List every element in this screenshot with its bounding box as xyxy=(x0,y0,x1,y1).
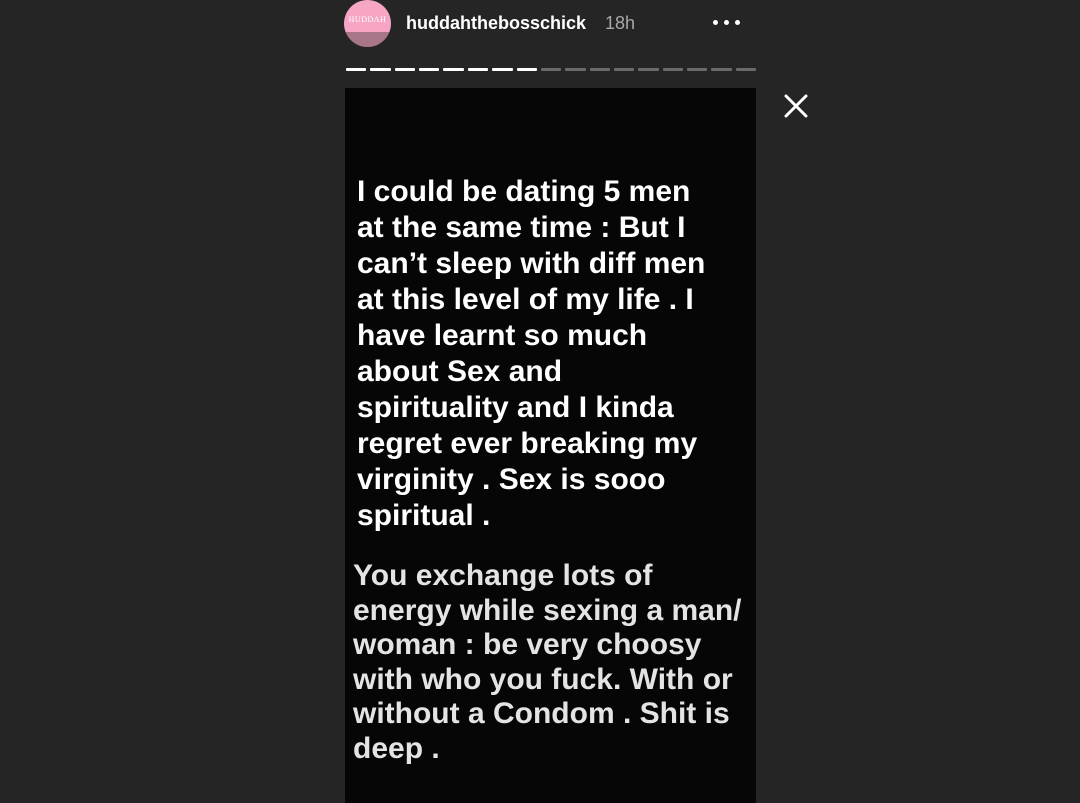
story-text-paragraph-2: You exchange lots of energy while sexing… xyxy=(353,559,742,765)
story-progress-bar xyxy=(346,68,757,71)
progress-segment xyxy=(711,68,732,71)
close-button[interactable] xyxy=(782,92,810,120)
progress-segment xyxy=(516,68,537,71)
progress-segment xyxy=(687,68,708,71)
close-icon xyxy=(784,94,808,118)
progress-segment xyxy=(346,68,367,71)
progress-segment xyxy=(565,68,586,71)
progress-segment xyxy=(638,68,659,71)
avatar-shadow xyxy=(344,32,391,47)
progress-segment xyxy=(613,68,635,71)
story-text-paragraph-1: I could be dating 5 men at the same time… xyxy=(357,175,706,532)
progress-segment xyxy=(370,68,391,71)
more-options-button[interactable] xyxy=(708,8,748,36)
progress-segment xyxy=(467,68,489,71)
story-content[interactable]: I could be dating 5 men at the same time… xyxy=(345,88,756,803)
progress-segment xyxy=(394,68,416,71)
progress-segment xyxy=(492,68,513,71)
story-header: HUDDAH huddahthebosschick 18h xyxy=(344,0,756,48)
username-link[interactable]: huddahthebosschick xyxy=(406,13,586,34)
avatar[interactable]: HUDDAH xyxy=(344,0,391,47)
post-timestamp: 18h xyxy=(605,13,636,33)
progress-segment xyxy=(419,68,440,71)
progress-segment xyxy=(662,68,684,71)
progress-segment xyxy=(443,68,464,71)
progress-segment xyxy=(589,68,610,71)
story-viewer: HUDDAH huddahthebosschick 18h I could be… xyxy=(0,0,1080,803)
avatar-logo-text: HUDDAH xyxy=(348,15,387,24)
progress-segment xyxy=(540,68,562,71)
progress-segment xyxy=(735,68,757,71)
